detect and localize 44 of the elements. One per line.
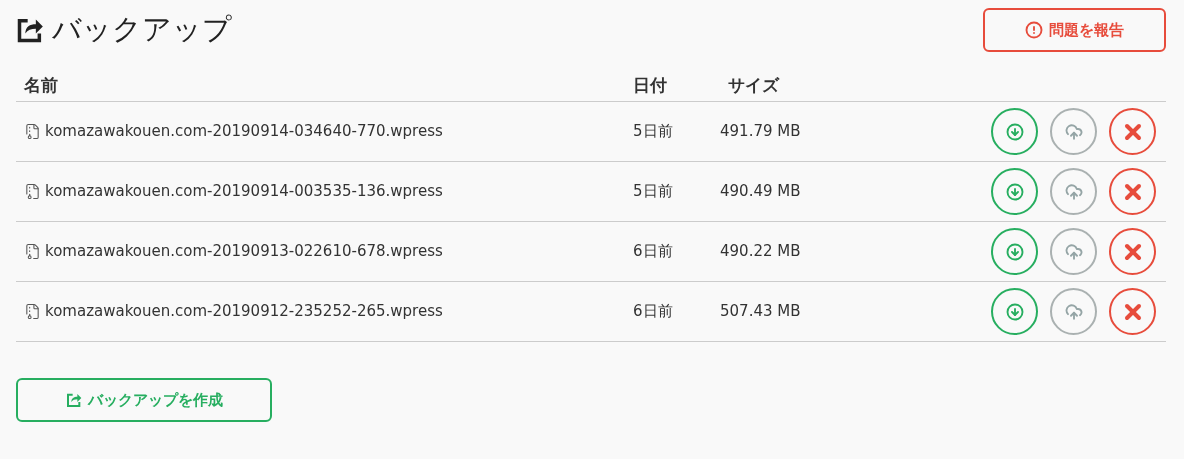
cloud-upload-icon bbox=[1064, 122, 1083, 141]
column-header: 名前 bbox=[23, 73, 59, 97]
delete-button[interactable] bbox=[1109, 228, 1156, 275]
backup-date: 6日前 bbox=[633, 301, 674, 323]
download-icon bbox=[1005, 122, 1024, 141]
file-name: komazawakouen.com-20190913-022610-678.wpress bbox=[45, 241, 443, 263]
restore-button[interactable] bbox=[1050, 228, 1097, 275]
archive-file-icon bbox=[24, 123, 41, 140]
download-button[interactable] bbox=[991, 228, 1038, 275]
page-title: バックアップ bbox=[52, 11, 232, 48]
archive-file-icon bbox=[24, 243, 41, 260]
backup-date: 5日前 bbox=[633, 121, 674, 143]
archive-file-icon bbox=[24, 303, 41, 320]
download-button[interactable] bbox=[991, 108, 1038, 155]
backup-size: 491.79 MB bbox=[720, 121, 802, 143]
download-icon bbox=[1005, 242, 1024, 261]
download-icon bbox=[1005, 302, 1024, 321]
report-button[interactable]: 問題を報告 bbox=[983, 8, 1166, 52]
delete-button[interactable] bbox=[1109, 168, 1156, 215]
backup-size: 490.49 MB bbox=[720, 181, 802, 203]
cloud-upload-icon bbox=[1064, 302, 1083, 321]
download-button[interactable] bbox=[991, 168, 1038, 215]
share-icon bbox=[65, 392, 82, 408]
restore-button[interactable] bbox=[1050, 108, 1097, 155]
download-icon bbox=[1005, 182, 1024, 201]
backup-date: 5日前 bbox=[633, 181, 674, 203]
file-name: komazawakouen.com-20190912-235252-265.wpress bbox=[45, 301, 443, 323]
delete-button[interactable] bbox=[1109, 288, 1156, 335]
column-header: サイズ bbox=[727, 73, 781, 97]
restore-button[interactable] bbox=[1050, 168, 1097, 215]
download-button[interactable] bbox=[991, 288, 1038, 335]
backup-date: 6日前 bbox=[633, 241, 674, 263]
restore-button[interactable] bbox=[1050, 288, 1097, 335]
archive-file-icon bbox=[24, 183, 41, 200]
column-header: 日付 bbox=[633, 73, 668, 97]
cloud-upload-icon bbox=[1064, 182, 1083, 201]
alert-icon bbox=[1025, 21, 1043, 39]
delete-button[interactable] bbox=[1109, 108, 1156, 155]
create-backup-button[interactable]: バックアップを作成 bbox=[16, 378, 272, 422]
file-name: komazawakouen.com-20190914-003535-136.wpress bbox=[45, 181, 443, 203]
backup-size: 490.22 MB bbox=[720, 241, 802, 263]
backup-size: 507.43 MB bbox=[720, 301, 802, 323]
cloud-upload-icon bbox=[1064, 242, 1083, 261]
file-name: komazawakouen.com-20190914-034640-770.wpress bbox=[45, 121, 443, 143]
